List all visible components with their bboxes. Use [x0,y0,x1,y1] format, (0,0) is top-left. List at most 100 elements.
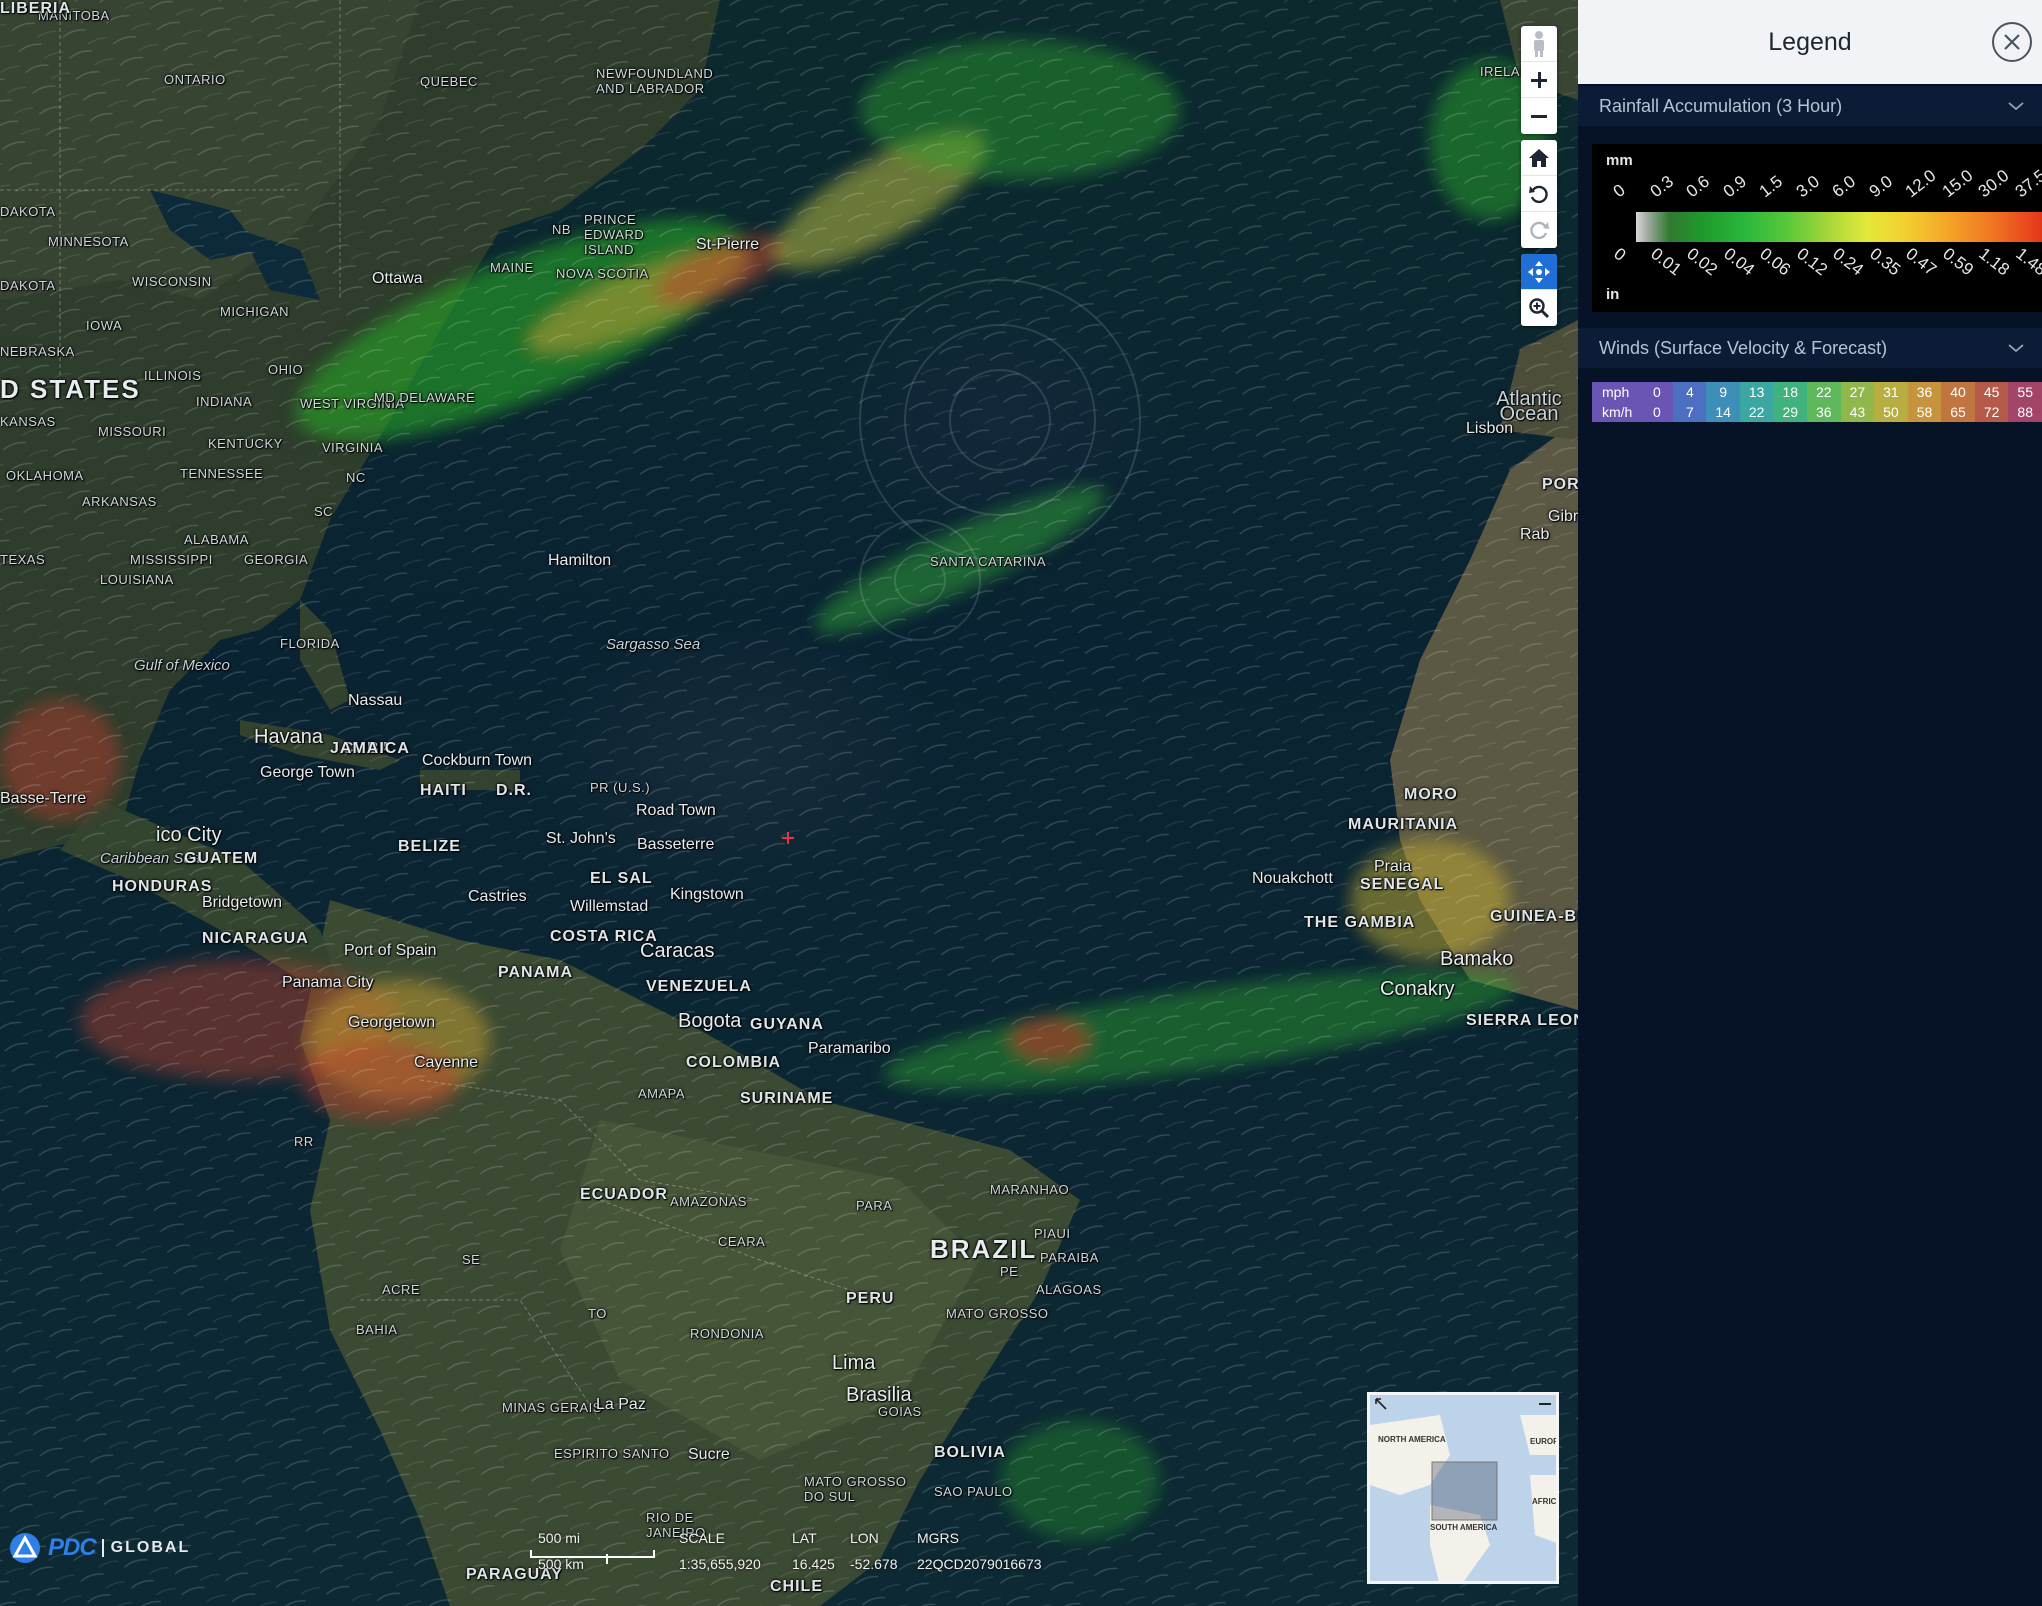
map-label: LOUISIANA [100,572,174,587]
map-label: QUEBEC [420,74,478,89]
wind-scale-cell: 45 [1974,382,2009,402]
map-label: CHILE [770,1578,823,1595]
wind-scale-cell: 72 [1974,402,2009,422]
map-label: NC [346,470,366,485]
map-label: MARANHAO [990,1182,1070,1197]
expand-icon [1375,1398,1387,1410]
rainfall-in-tick: 0.35 [1865,244,1904,280]
map-label: ACRE [382,1282,421,1297]
app-window: MANITOBA ONTARIO QUEBEC NEWFOUNDLAND AND LA… [0,0,2042,1606]
map-label: MD DELAWARE [374,390,476,405]
map-label: GEORGIA [244,552,309,567]
minimap-expand-button[interactable] [1374,1397,1388,1411]
map-label: Port of Spain [344,942,437,959]
wind-scale-cell: 36 [1807,402,1841,422]
zoom-box-icon [1529,298,1550,319]
map-label: BAHIA [356,1322,398,1337]
wind-scale-cell: 14 [1706,402,1740,422]
map-label: VIRGINIA [322,440,384,455]
map-label: FLORIDA [280,636,340,651]
rainfall-mm-tick: 0.6 [1682,171,1714,202]
redo-view-button[interactable] [1521,212,1557,248]
wind-scale-cell: 0 [1640,382,1674,402]
wind-scale-cell: 7 [1673,402,1707,422]
map-label: INDIANA [196,394,253,409]
map-label: HONDURAS [112,878,213,895]
readout-header-lon: LON [850,1530,879,1546]
scale-km: 500 km [538,1556,584,1572]
map-label: PIAUI [1034,1226,1071,1241]
map-label: Basse-Terre [0,790,87,807]
wind-scale-cell: 18 [1773,382,1808,402]
map-label: St. John's [546,830,616,847]
rainfall-mm-tick: 0.3 [1646,171,1677,202]
map-label: RR [294,1134,314,1149]
readout-value-scale: 1:35,655,920 [679,1556,761,1572]
overview-minimap[interactable]: NORTH AMERICA EUROPE AFRICA SOUTH AMERIC… [1367,1392,1559,1584]
winds-section-title: Winds (Surface Velocity & Forecast) [1599,337,1888,358]
map-label: SANTA CATARINA [930,554,1047,569]
readout-value-lat: 16.425 [792,1556,835,1572]
rainfall-in-tick: 0.47 [1902,244,1941,280]
minimap-label: NORTH AMERICA [1378,1435,1446,1444]
map-canvas[interactable]: MANITOBA ONTARIO QUEBEC NEWFOUNDLAND AND LA… [0,0,1578,1606]
map-label: GUATEM [184,850,259,867]
zoom-in-button[interactable] [1521,62,1557,98]
rainfall-in-tick: 0.24 [1829,244,1868,280]
zoom-out-button[interactable] [1521,98,1557,134]
map-label: Ottawa [372,270,423,287]
map-label: Georgetown [348,1014,436,1031]
close-icon [2004,34,2020,50]
map-label: ALAGOAS [1036,1282,1102,1297]
map-label: Bamako [1440,948,1514,970]
map-label: Bridgetown [202,894,283,911]
undo-icon [1529,185,1548,203]
wind-scale-cell: 22 [1739,402,1774,422]
rainfall-mm-tick: 6.0 [1828,171,1860,202]
map-label: ARKANSAS [82,494,157,509]
map-label: MAINE [490,260,534,275]
winds-section-header[interactable]: Winds (Surface Velocity & Forecast) [1578,328,2042,368]
map-label: WISCONSIN [132,274,212,289]
scale-miles: 500 mi [538,1530,581,1546]
wind-scale-cell: 29 [1773,402,1808,422]
street-view-button[interactable] [1521,26,1557,62]
legend-close-button[interactable] [1992,22,2032,62]
rainfall-section-header[interactable]: Rainfall Accumulation (3 Hour) [1578,86,2042,126]
wind-scale-cell: 55 [2008,382,2042,402]
map-label: PR (U.S.) [590,780,651,795]
map-label: TENNESSEE [180,466,264,481]
map-label: MISSISSIPPI [130,552,213,567]
redo-icon [1530,221,1549,240]
undo-view-button[interactable] [1521,176,1557,212]
wind-scale-unit: km/h [1592,402,1641,422]
wind-scale-row: mph 0 4 9 13 18 22 27 31 36 40 45 55 [1592,382,2042,402]
chevron-down-icon [2008,102,2024,111]
map-label: THE GAMBIA [1304,914,1416,931]
wind-speed-scale: mph 0 4 9 13 18 22 27 31 36 40 45 55 km/h 0 7 14 22 29 36 43… [1592,382,2042,422]
rainfall-section-title: Rainfall Accumulation (3 Hour) [1599,95,1843,116]
pan-button[interactable] [1521,254,1557,290]
home-button[interactable] [1521,140,1557,176]
map-label: PORTUGAL [1542,476,1578,493]
rainfall-in-tick: 0.06 [1756,244,1795,280]
map-label: ECUADOR [580,1186,668,1203]
map-label: ESPIRITO SANTO [554,1446,670,1461]
wind-scale-cell: 58 [1907,402,1942,422]
map-label: Panama City [282,974,374,991]
map-label: PE [1000,1264,1019,1279]
zoom-box-button[interactable] [1521,290,1557,326]
minimap-label: EUROPE [1530,1437,1559,1446]
map-label: KANSAS [0,414,56,429]
rainfall-mm-tick: 0.9 [1719,171,1750,202]
map-label: MAURITANIA [1348,816,1459,833]
map-label: Sargasso Sea [606,636,701,653]
map-label: Cockburn Town [422,752,532,769]
map-label: Hamilton [548,552,612,569]
map-label: Havana [254,726,323,748]
map-label: PARAIBA [1040,1250,1099,1265]
rainfall-mm-tick: 12.0 [1901,165,1940,202]
minimap-collapse-button[interactable] [1538,1397,1552,1411]
wind-scale-cell: 9 [1706,382,1740,402]
rainfall-in-tick: 0 [1610,244,1630,265]
